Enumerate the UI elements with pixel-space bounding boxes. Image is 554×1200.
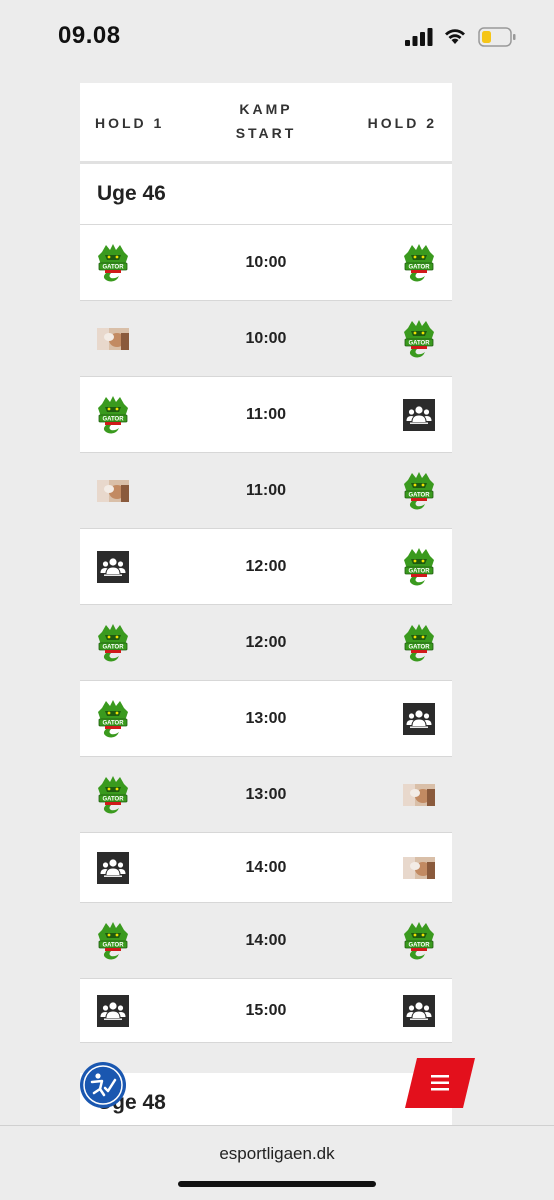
kickoff-line1: KAMP: [239, 101, 293, 117]
match-kickoff-time: 13:00: [245, 710, 287, 727]
status-bar: 09.08: [0, 0, 554, 78]
match-row[interactable]: GATOR GATOR 12:00: [80, 605, 452, 681]
match-kickoff-time: 10:00: [245, 254, 287, 271]
match-row[interactable]: GATOR 10:00: [80, 301, 452, 377]
week-label: Uge 46: [97, 182, 166, 205]
match-kickoff-time: 10:00: [245, 330, 287, 347]
table-header: HOLD 1 KAMP START HOLD 2: [80, 83, 452, 164]
match-row[interactable]: GATOR 12:00: [80, 529, 452, 605]
hamburger-menu-icon: [405, 1058, 475, 1108]
status-time: 09.08: [58, 22, 121, 49]
menu-button[interactable]: [405, 1058, 475, 1108]
battery-icon: [478, 27, 516, 47]
match-kickoff-time: 11:00: [245, 482, 287, 499]
match-row[interactable]: GATOR GATOR 10:00: [80, 225, 452, 301]
match-row[interactable]: GATOR 13:00: [80, 757, 452, 833]
fixture-table: HOLD 1 KAMP START HOLD 2 Uge 46 GATOR GA…: [80, 83, 452, 1126]
match-kickoff-time: 13:00: [245, 786, 287, 803]
browser-address-bar[interactable]: esportligaen.dk: [0, 1125, 554, 1200]
match-kickoff-time: 14:00: [245, 932, 287, 949]
accessibility-button[interactable]: [80, 1062, 126, 1108]
cellular-signal-icon: [405, 28, 433, 46]
match-kickoff-time: 14:00: [245, 859, 287, 876]
week-spacer: [80, 1043, 452, 1073]
match-kickoff-time: 11:00: [245, 406, 287, 423]
match-row[interactable]: GATOR GATOR 14:00: [80, 903, 452, 979]
match-row[interactable]: GATOR 11:00: [80, 377, 452, 453]
week-heading: Uge 46: [80, 164, 452, 225]
match-row[interactable]: 14:00: [80, 833, 452, 903]
kickoff-line2: START: [235, 125, 297, 141]
address-url[interactable]: esportligaen.dk: [0, 1144, 554, 1164]
column-header-team2: HOLD 2: [367, 115, 437, 131]
match-row[interactable]: GATOR 13:00: [80, 681, 452, 757]
column-header-team1: HOLD 1: [95, 115, 165, 131]
week-heading: Uge 48: [80, 1073, 452, 1126]
match-kickoff-time: 15:00: [245, 1002, 287, 1019]
column-header-kickoff: KAMP START: [230, 97, 302, 145]
match-kickoff-time: 12:00: [245, 634, 287, 651]
match-row[interactable]: 15:00: [80, 979, 452, 1043]
wifi-icon: [445, 29, 465, 44]
accessibility-icon: [83, 1065, 123, 1105]
home-indicator[interactable]: [178, 1181, 376, 1187]
match-list: GATOR GATOR 10:00 GATOR 10:00 GATOR 11:0…: [80, 225, 452, 1043]
match-kickoff-time: 12:00: [245, 558, 287, 575]
match-row[interactable]: GATOR 11:00: [80, 453, 452, 529]
